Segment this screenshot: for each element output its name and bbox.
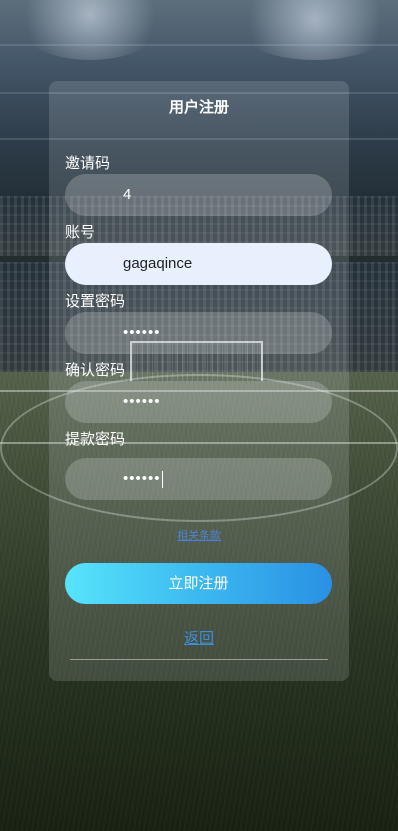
invite-code-label: 邀请码 [65, 154, 111, 172]
page-title: 用户注册 [168, 98, 229, 116]
confirm-password-value: •••••• [123, 393, 161, 410]
roof-beam [0, 44, 398, 46]
password-value: •••••• [123, 324, 161, 341]
confirm-password-label: 确认密码 [65, 361, 126, 379]
password-label: 设置密码 [65, 292, 126, 310]
app-screen: 用户注册 邀请码 4 账号 gagaqince 设置密码 •••••• 确认密码… [0, 0, 398, 831]
back-button[interactable]: 返回 [0, 627, 398, 648]
withdraw-password-value: •••••• [123, 470, 161, 487]
stadium-light [230, 0, 398, 60]
account-value: gagaqince [123, 255, 193, 272]
back-divider [70, 659, 328, 660]
account-input[interactable]: gagaqince [65, 243, 332, 285]
text-caret [161, 470, 163, 488]
invite-code-value: 4 [123, 186, 132, 203]
confirm-password-input[interactable]: •••••• [65, 381, 332, 423]
withdraw-password-input[interactable]: •••••• [65, 458, 332, 500]
withdraw-password-label: 提款密码 [65, 430, 126, 448]
stadium-light [10, 0, 170, 60]
invite-code-input[interactable]: 4 [65, 174, 332, 216]
register-button[interactable]: 立即注册 [65, 563, 332, 604]
password-input[interactable]: •••••• [65, 312, 332, 354]
account-label: 账号 [65, 223, 96, 241]
terms-link[interactable]: 相关条款 [0, 527, 398, 543]
